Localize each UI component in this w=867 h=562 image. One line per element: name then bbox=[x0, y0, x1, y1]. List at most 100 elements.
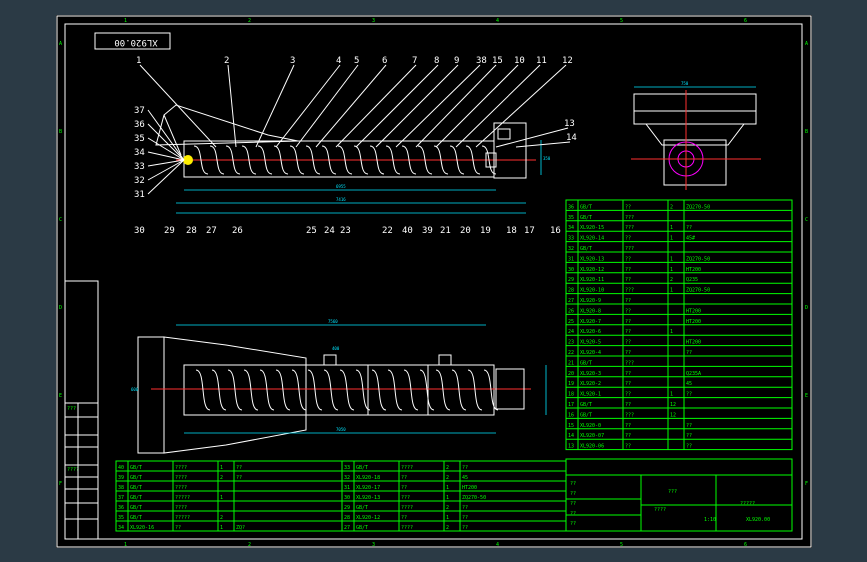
bom-cell: ?? bbox=[462, 515, 468, 521]
bearing-end bbox=[183, 155, 193, 165]
bom-cell: ?? bbox=[625, 204, 631, 210]
col-marker: 5 bbox=[620, 542, 623, 548]
bom-cell: 1 bbox=[446, 515, 449, 521]
col-marker: 4 bbox=[496, 18, 499, 24]
bom-cell: 30 bbox=[568, 267, 574, 273]
dim-side-length: 7560 bbox=[328, 319, 338, 324]
bom-cell: ?? bbox=[625, 277, 631, 283]
bom-cell: ?? bbox=[236, 475, 242, 481]
screw-flights-bottom bbox=[195, 369, 499, 411]
bom-table-bottom-right: 33 GB/T???? 2 ?? 32 XL920-18?? 2 45 31 XL920-17??… bbox=[341, 460, 567, 532]
part-label: 15 bbox=[492, 56, 503, 66]
bom-cell: XL920-1 bbox=[580, 392, 601, 398]
bom-cell: ?? bbox=[625, 236, 631, 242]
col-marker: 1 bbox=[124, 542, 127, 548]
bom-cell: ?? bbox=[625, 392, 631, 398]
bom-cell: GB/T bbox=[356, 505, 368, 511]
bom-cell: ?? bbox=[686, 423, 692, 429]
bom-cell: ?? bbox=[625, 381, 631, 387]
title-name: ????? bbox=[740, 501, 755, 507]
bom-cell: 1 bbox=[446, 495, 449, 501]
bom-cell: 28 bbox=[344, 515, 350, 521]
bom-table-right: 36 GB/T?? 2 ZQ270-50 35 GB/T ??? 34 XL920-15??? 1… bbox=[565, 199, 793, 451]
bom-cell: ?? bbox=[625, 433, 631, 439]
bom-cell: ?? bbox=[401, 485, 407, 491]
bom-cell: 1 bbox=[670, 236, 673, 242]
bom-cell: 34 bbox=[568, 225, 574, 231]
bom-cell: Q235A bbox=[686, 371, 701, 377]
bom-cell: XL920-5 bbox=[580, 340, 601, 346]
bom-cell: 36 bbox=[118, 505, 124, 511]
bom-cell: XL920-6 bbox=[580, 329, 601, 335]
bom-cell: 27 bbox=[344, 525, 350, 531]
part-label: 14 bbox=[566, 133, 577, 143]
part-label: 23 bbox=[340, 226, 351, 236]
bom-cell: 2 bbox=[220, 475, 223, 481]
bom-cell: 26 bbox=[568, 308, 574, 314]
bom-cell: ?? bbox=[625, 267, 631, 273]
end-box bbox=[663, 139, 727, 186]
bom-cell: ZQ270-50 bbox=[686, 256, 710, 262]
bom-cell: 39 bbox=[118, 475, 124, 481]
bom-cell: XL920-3 bbox=[580, 371, 601, 377]
title-block-label: ?? bbox=[570, 511, 576, 517]
bom-cell: XL920-7 bbox=[580, 319, 601, 325]
bom-cell: XL920-0 bbox=[580, 423, 601, 429]
part-label: 5 bbox=[354, 56, 359, 66]
bom-cell: 37 bbox=[118, 495, 124, 501]
title-block-label: ?? bbox=[570, 521, 576, 527]
part-label: 26 bbox=[232, 226, 243, 236]
side-view: 6955 7416 350 bbox=[155, 104, 551, 214]
bom-cell: 45 bbox=[462, 475, 468, 481]
bom-cell: ?? bbox=[625, 402, 631, 408]
bom-cell: ?? bbox=[686, 225, 692, 231]
bom-cell: GB/T bbox=[356, 465, 368, 471]
left-table-top: ??? bbox=[67, 406, 76, 412]
bom-cell: ??? bbox=[625, 288, 634, 294]
bom-cell: ?? bbox=[625, 319, 631, 325]
title-block-label: ?? bbox=[570, 491, 576, 497]
bom-cell: GB/T bbox=[580, 412, 592, 418]
col-marker: 1 bbox=[124, 18, 127, 24]
bom-cell: 33 bbox=[568, 236, 574, 242]
bom-cell: 12 bbox=[670, 402, 676, 408]
part-label: 34 bbox=[134, 148, 145, 158]
bom-cell: XL920-15 bbox=[580, 225, 604, 231]
bom-cell: ?? bbox=[401, 515, 407, 521]
bom-cell: ?? bbox=[175, 525, 181, 531]
bom-cell: ?? bbox=[625, 423, 631, 429]
col-marker: 2 bbox=[248, 18, 251, 24]
bom-cell: 32 bbox=[568, 246, 574, 252]
end-flange bbox=[633, 93, 757, 125]
bom-cell: 2 bbox=[446, 475, 449, 481]
part-label: 2 bbox=[224, 56, 229, 66]
bom-table-bottom-left: 40 GB/T???? 1 ?? 39 GB/T???? 2 ?? 38 GB/T ???? 37 GB… bbox=[115, 460, 343, 532]
bom-cell: GB/T bbox=[580, 204, 592, 210]
part-label: 31 bbox=[134, 190, 145, 200]
row-marker: A bbox=[59, 41, 62, 47]
title-main: ??? bbox=[668, 489, 677, 495]
bom-cell: ?? bbox=[236, 465, 242, 471]
part-label: 6 bbox=[382, 56, 387, 66]
bom-cell: 2 bbox=[446, 465, 449, 471]
bom-cell: 32 bbox=[344, 475, 350, 481]
part-label: 30 bbox=[134, 226, 145, 236]
bom-cell: XL920-13 bbox=[356, 495, 380, 501]
part-label: 21 bbox=[440, 226, 451, 236]
bom-cell: 1 bbox=[670, 288, 673, 294]
bom-cell: 36 bbox=[568, 204, 574, 210]
part-label: 40 bbox=[402, 226, 413, 236]
bom-cell: ???? bbox=[401, 505, 413, 511]
bom-cell: ??? bbox=[625, 360, 634, 366]
bom-cell: XL920-18 bbox=[356, 475, 380, 481]
bom-cell: HT200 bbox=[686, 308, 701, 314]
part-label: 22 bbox=[382, 226, 393, 236]
dim-side-inner: 7050 bbox=[336, 427, 346, 432]
bom-cell: ?? bbox=[625, 371, 631, 377]
drawing-number: XL920.00 bbox=[746, 517, 770, 523]
part-label: 19 bbox=[480, 226, 491, 236]
col-marker: 3 bbox=[372, 542, 375, 548]
col-marker: 4 bbox=[496, 542, 499, 548]
bom-cell: 21 bbox=[568, 360, 574, 366]
part-label: 7 bbox=[412, 56, 417, 66]
